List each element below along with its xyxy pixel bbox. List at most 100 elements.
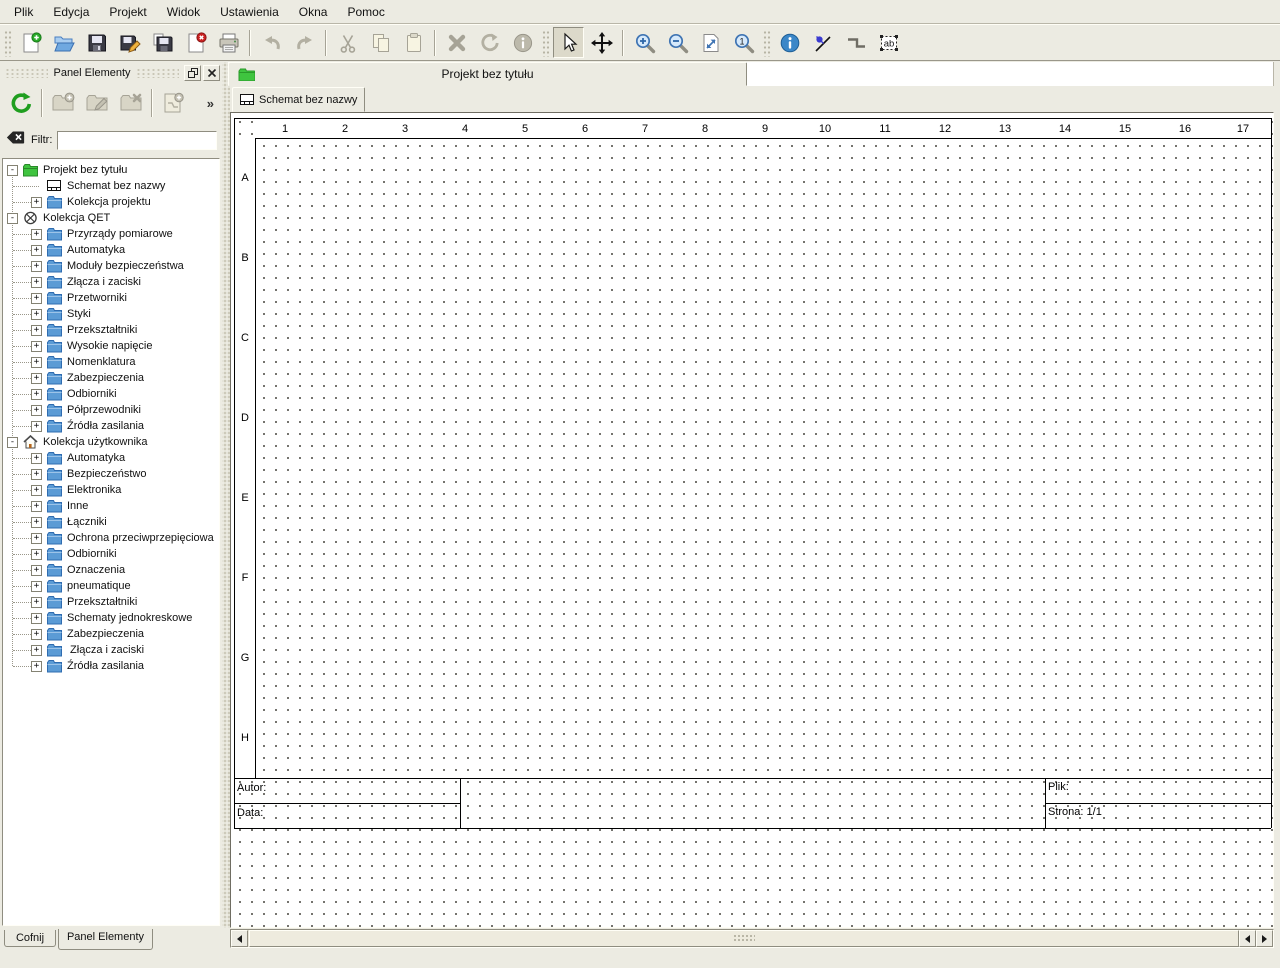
- expand-expander-icon[interactable]: +: [31, 293, 42, 304]
- expand-expander-icon[interactable]: +: [31, 469, 42, 480]
- tree-item-pneumatique[interactable]: +pneumatique: [3, 578, 219, 594]
- tree-item-p-przewodniki[interactable]: +Półprzewodniki: [3, 402, 219, 418]
- expand-expander-icon[interactable]: +: [31, 613, 42, 624]
- paste-button[interactable]: [398, 27, 429, 58]
- tree-item-elektronika[interactable]: +Elektronika: [3, 482, 219, 498]
- tree-item-przekszta-tniki[interactable]: +Przekształtniki: [3, 322, 219, 338]
- toolbar-handle[interactable]: [762, 29, 771, 57]
- expand-expander-icon[interactable]: +: [31, 501, 42, 512]
- rotate-button[interactable]: [474, 27, 505, 58]
- expand-expander-icon[interactable]: +: [31, 389, 42, 400]
- toolbar-handle[interactable]: [3, 29, 12, 57]
- collapse-expander-icon[interactable]: -: [7, 213, 18, 224]
- zoom-reset-button[interactable]: 1: [728, 27, 759, 58]
- add-text-field-button[interactable]: ab: [873, 27, 904, 58]
- tree-item-oznaczenia[interactable]: +Oznaczenia: [3, 562, 219, 578]
- save-button[interactable]: [81, 27, 112, 58]
- print-button[interactable]: [213, 27, 244, 58]
- expand-expander-icon[interactable]: +: [31, 517, 42, 528]
- select-mode-button[interactable]: [553, 27, 584, 58]
- tree-item-modu-y-bezpiecze-stwa[interactable]: +Moduły bezpieczeństwa: [3, 258, 219, 274]
- tree-item-odbiorniki[interactable]: +Odbiorniki: [3, 546, 219, 562]
- expand-expander-icon[interactable]: +: [31, 405, 42, 416]
- menu-edycja[interactable]: Edycja: [43, 2, 99, 22]
- copy-button[interactable]: [365, 27, 396, 58]
- diagram-info-button[interactable]: [774, 27, 805, 58]
- tree-item-kolekcja-projektu[interactable]: +Kolekcja projektu: [3, 194, 219, 210]
- scroll-left-button[interactable]: [231, 930, 248, 947]
- collapse-expander-icon[interactable]: -: [7, 165, 18, 176]
- conductor-tool-button[interactable]: [807, 27, 838, 58]
- zoom-in-button[interactable]: [629, 27, 660, 58]
- collapse-expander-icon[interactable]: -: [7, 437, 18, 448]
- pan-mode-button[interactable]: [586, 27, 617, 58]
- tree-item-inne[interactable]: +Inne: [3, 498, 219, 514]
- tree-item-z-cza-i-zaciski[interactable]: + Złącza i zaciski: [3, 642, 219, 658]
- new-category-button[interactable]: [46, 87, 80, 119]
- expand-expander-icon[interactable]: +: [31, 565, 42, 576]
- tree-item-przyrz-dy-pomiarowe[interactable]: +Przyrządy pomiarowe: [3, 226, 219, 242]
- tree-item-styki[interactable]: +Styki: [3, 306, 219, 322]
- menu-widok[interactable]: Widok: [157, 2, 210, 22]
- expand-expander-icon[interactable]: +: [31, 629, 42, 640]
- edit-category-button[interactable]: [80, 87, 114, 119]
- dock-tab-panel-elementy[interactable]: Panel Elementy: [58, 929, 153, 950]
- tree-item-schematy-jednokreskowe[interactable]: +Schematy jednokreskowe: [3, 610, 219, 626]
- expand-expander-icon[interactable]: +: [31, 229, 42, 240]
- tree-item-bezpiecze-stwo[interactable]: +Bezpieczeństwo: [3, 466, 219, 482]
- expand-expander-icon[interactable]: +: [31, 485, 42, 496]
- expand-expander-icon[interactable]: +: [31, 597, 42, 608]
- dock-grip[interactable]: [136, 68, 179, 78]
- delete-button[interactable]: [441, 27, 472, 58]
- dock-float-button[interactable]: [184, 65, 201, 81]
- expand-expander-icon[interactable]: +: [31, 341, 42, 352]
- diagram-tab[interactable]: Schemat bez nazwy: [232, 87, 365, 112]
- close-document-button[interactable]: [180, 27, 211, 58]
- filter-input[interactable]: [57, 131, 217, 150]
- tree-item-wysokie-napi-cie[interactable]: +Wysokie napięcie: [3, 338, 219, 354]
- expand-expander-icon[interactable]: +: [31, 261, 42, 272]
- conductor-angle-button[interactable]: [840, 27, 871, 58]
- dock-tab-cofnij[interactable]: Cofnij: [4, 930, 56, 947]
- tree-item-przetworniki[interactable]: +Przetworniki: [3, 290, 219, 306]
- panel-splitter[interactable]: [222, 62, 230, 928]
- tree-item-schemat-bez-nazwy[interactable]: Schemat bez nazwy: [3, 178, 219, 194]
- tree-item-zabezpieczenia[interactable]: +Zabezpieczenia: [3, 626, 219, 642]
- open-project-button[interactable]: [48, 27, 79, 58]
- tree-item-kolekcja-u-ytkownika[interactable]: -Kolekcja użytkownika: [3, 434, 219, 450]
- expand-expander-icon[interactable]: +: [31, 533, 42, 544]
- expand-expander-icon[interactable]: +: [31, 645, 42, 656]
- clear-filter-icon[interactable]: [6, 129, 25, 151]
- zoom-out-button[interactable]: [662, 27, 693, 58]
- menu-okna[interactable]: Okna: [289, 2, 338, 22]
- schematic-canvas[interactable]: 1234567891011121314151617ABCDEFGHAutor:D…: [230, 112, 1274, 928]
- scroll-right-button[interactable]: [1256, 930, 1273, 947]
- tree-item-projekt-bez-tytu-u[interactable]: -Projekt bez tytułu: [3, 162, 219, 178]
- tree-item-czniki[interactable]: +Łączniki: [3, 514, 219, 530]
- zoom-fit-button[interactable]: [695, 27, 726, 58]
- tree-item-r-d-a-zasilania[interactable]: +Źródła zasilania: [3, 418, 219, 434]
- save-as-button[interactable]: [114, 27, 145, 58]
- save-all-button[interactable]: [147, 27, 178, 58]
- tree-item-automatyka[interactable]: +Automatyka: [3, 242, 219, 258]
- expand-expander-icon[interactable]: +: [31, 245, 42, 256]
- expand-expander-icon[interactable]: +: [31, 421, 42, 432]
- tree-item-zabezpieczenia[interactable]: +Zabezpieczenia: [3, 370, 219, 386]
- cut-button[interactable]: [332, 27, 363, 58]
- tree-item-z-cza-i-zaciski[interactable]: +Złącza i zaciski: [3, 274, 219, 290]
- properties-button[interactable]: [507, 27, 538, 58]
- horizontal-scrollbar[interactable]: [230, 929, 1274, 948]
- expand-expander-icon[interactable]: +: [31, 453, 42, 464]
- expand-expander-icon[interactable]: +: [31, 357, 42, 368]
- menu-pomoc[interactable]: Pomoc: [337, 2, 394, 22]
- expand-expander-icon[interactable]: +: [31, 549, 42, 560]
- expand-expander-icon[interactable]: +: [31, 325, 42, 336]
- tree-item-r-d-a-zasilania[interactable]: +Źródła zasilania: [3, 658, 219, 674]
- expand-expander-icon[interactable]: +: [31, 197, 42, 208]
- panel-overflow-button[interactable]: »: [207, 96, 214, 111]
- new-document-button[interactable]: [15, 27, 46, 58]
- expand-expander-icon[interactable]: +: [31, 581, 42, 592]
- tree-item-automatyka[interactable]: +Automatyka: [3, 450, 219, 466]
- dock-close-button[interactable]: [203, 65, 220, 81]
- menu-plik[interactable]: Plik: [4, 2, 43, 22]
